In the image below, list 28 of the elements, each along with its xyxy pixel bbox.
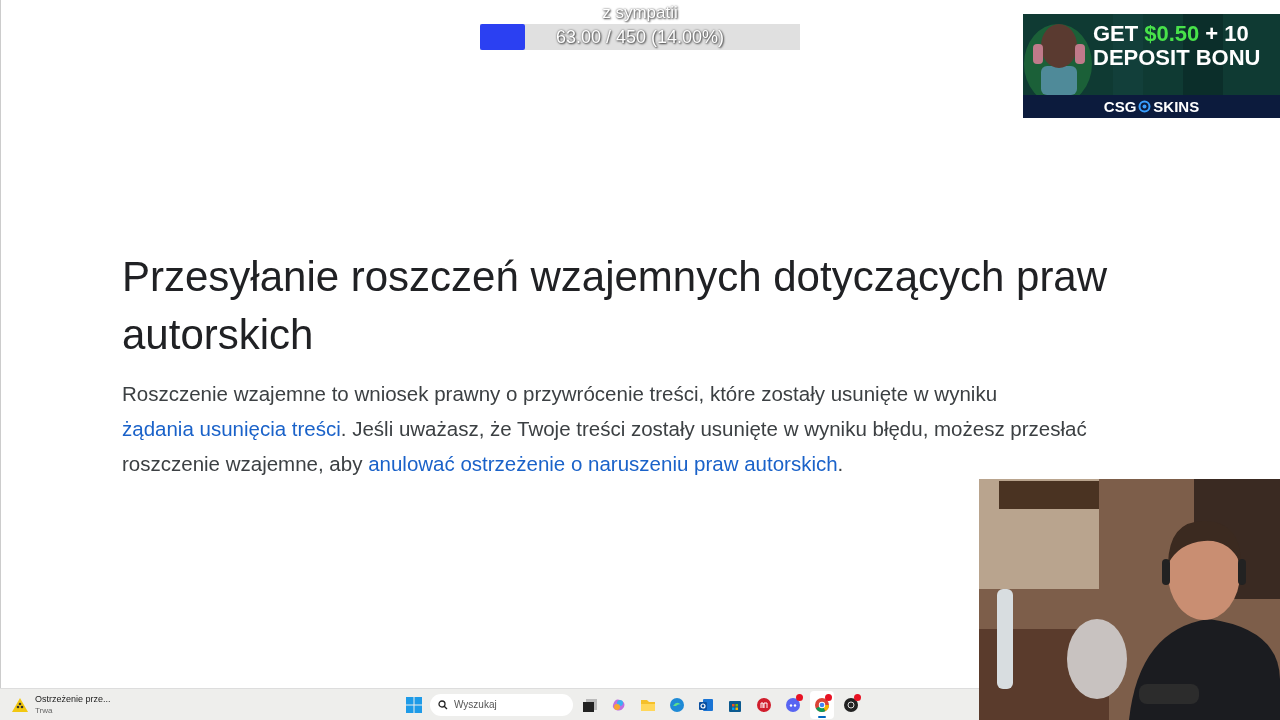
brand-name-end: SKINS	[1153, 98, 1200, 115]
active-indicator	[818, 715, 826, 718]
brand-name: CSG	[1103, 98, 1137, 115]
ring-logo-icon	[1138, 100, 1152, 113]
intro-paragraph: Roszczenie wzajemne to wniosek prawny o przywrócenie treści, które zostały usunięte w wyniku żądania usunięcia treści. Jeśli uważasz, że Twoje treści zostały usunięte w wyniku błędu, możesz przesłać roszczenie wzajemne, aby anulować ostrzeżenie o naruszeniu praw autorskich.	[122, 381, 1088, 477]
inline-link[interactable]: anulować ostrzeżenie o naruszeniu praw autorskich	[368, 452, 838, 475]
mail-icon	[698, 696, 714, 713]
page-title: Przesyłanie roszczeń wzajemnych dotyczących praw autorskich	[122, 252, 1109, 360]
ad-headline: GET	[1093, 22, 1139, 46]
chrome-icon	[814, 696, 830, 713]
inline-link[interactable]: żądania usunięcia treści	[122, 417, 341, 440]
warning-icon	[11, 696, 29, 713]
ad-amount: $0.50	[1144, 22, 1200, 46]
notification-title[interactable]: Ostrzeżenie prze...	[35, 693, 111, 705]
ad-headline-end: + 10	[1205, 22, 1249, 46]
search-icon	[438, 699, 448, 710]
goal-label: z sympatii	[602, 3, 678, 23]
search-field[interactable]: Wyszukaj	[430, 693, 573, 716]
circle-app-icon	[756, 696, 772, 713]
goal-reading: 63.00 / 450 (14.00%)	[554, 27, 726, 48]
notification-status: Trwa	[35, 704, 54, 716]
chat-app-icon	[785, 696, 801, 713]
start-icon[interactable]	[406, 696, 422, 713]
ad-subheadline: DEPOSIT BONU	[1093, 46, 1261, 70]
task-view-icon	[582, 696, 598, 713]
ad-banner[interactable]: GET $0.50 + 10 DEPOSIT BONU CSG SKINS	[1023, 14, 1280, 118]
browser-icon	[669, 696, 685, 713]
dark-app-icon	[843, 696, 859, 713]
